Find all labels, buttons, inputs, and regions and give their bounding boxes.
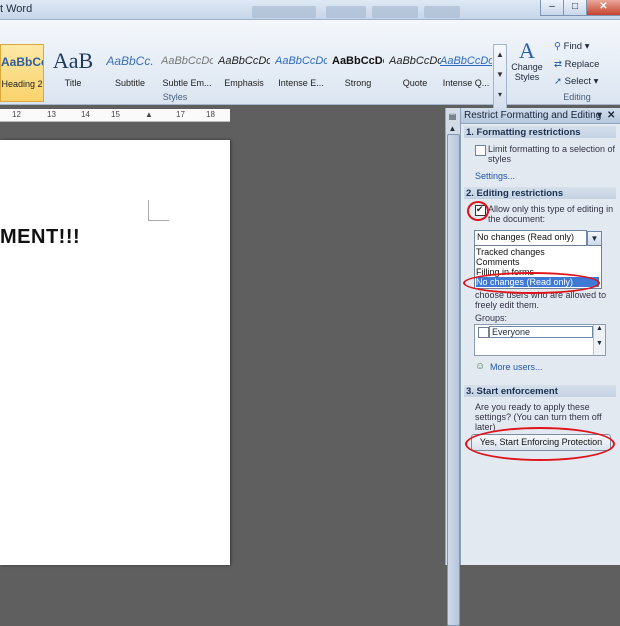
style-preview: AaBbCcDc — [389, 55, 441, 67]
ruler-tick: 17 — [176, 110, 185, 119]
option-no-changes[interactable]: No changes (Read only) — [476, 277, 599, 287]
ribbon-tab-blurred[interactable] — [372, 6, 418, 18]
gallery-scroll[interactable]: ▲ ▼ ▾ — [493, 44, 507, 110]
pane-title: Restrict Formatting and Editing — [464, 110, 602, 121]
users-icon: ☺ — [475, 361, 486, 372]
allow-editing-checkbox[interactable] — [475, 204, 486, 216]
find-button[interactable]: ⚲ Find ▾ — [554, 41, 590, 52]
ribbon: AaBbCc Heading 2 AaB Title AaBbCc. Subti… — [0, 20, 620, 110]
everyone-item[interactable]: Everyone — [489, 326, 593, 338]
title-bar: t Word – □ ✕ — [0, 0, 620, 20]
limit-formatting-label: Limit formatting to a selection of style… — [488, 144, 616, 164]
style-label: Strong — [344, 78, 372, 88]
scroll-down-icon[interactable]: ▼ — [594, 340, 605, 347]
option-filling-in-forms[interactable]: Filling in forms — [476, 267, 599, 277]
ruler-indent-marker[interactable]: ▲ — [145, 109, 153, 121]
users-text: choose users who are allowed to freely e… — [475, 290, 607, 310]
gallery-down-icon[interactable]: ▼ — [494, 65, 506, 85]
style-intense-quote[interactable]: AaBbCcDc Intense Q... — [440, 44, 492, 100]
select-icon: ➚ — [554, 76, 565, 87]
groups-scrollbar[interactable]: ▲ ▼ — [593, 325, 605, 355]
style-label: Subtle Em... — [162, 78, 212, 88]
ruler-tick: 12 — [12, 110, 21, 119]
pane-header: Restrict Formatting and Editing ▼ ✕ — [461, 108, 620, 124]
style-preview: AaB — [52, 48, 94, 73]
select-label: Select — [564, 76, 592, 87]
maximize-button[interactable]: □ — [563, 0, 587, 16]
document-text[interactable]: MENT!!! — [0, 226, 80, 249]
style-preview: AaBbCc — [1, 55, 43, 69]
find-label: Find — [563, 41, 583, 52]
minimize-button[interactable]: – — [540, 0, 564, 16]
ruler-tick: 13 — [47, 110, 56, 119]
style-label: Intense Q... — [442, 78, 490, 88]
groups-list: Everyone ▲ ▼ — [474, 324, 606, 356]
style-preview: AaBbCcDc — [275, 55, 327, 67]
horizontal-ruler[interactable]: 12 13 14 15 ▲ 17 18 — [0, 109, 230, 122]
ruler-tick: 14 — [81, 110, 90, 119]
ribbon-tab-blurred[interactable] — [326, 6, 366, 18]
style-label: Title — [64, 78, 82, 88]
style-preview: AaBbCcDc — [218, 55, 270, 67]
change-styles-button[interactable]: A Change Styles — [508, 40, 546, 94]
settings-link[interactable]: Settings... — [475, 171, 515, 181]
restrict-editing-pane: Restrict Formatting and Editing ▼ ✕ 1. F… — [460, 108, 620, 565]
find-icon: ⚲ — [554, 41, 564, 52]
style-preview: AaBbCcDc — [161, 55, 213, 67]
everyone-checkbox[interactable] — [478, 327, 489, 338]
pane-close-icon[interactable]: ✕ — [607, 108, 615, 123]
style-preview: AaBbCcDc — [332, 55, 384, 67]
start-enforcing-button[interactable]: Yes, Start Enforcing Protection — [471, 434, 611, 451]
style-label: Emphasis — [224, 78, 264, 88]
change-styles-line2: Styles — [514, 72, 540, 82]
margin-corner-mark — [148, 200, 169, 221]
gallery-more-icon[interactable]: ▾ — [494, 85, 506, 105]
ribbon-tab-blurred[interactable] — [424, 6, 460, 18]
editing-type-value: No changes (Read only) — [477, 232, 575, 242]
allow-editing-label: Allow only this type of editing in the d… — [488, 204, 614, 224]
style-label: Quote — [402, 78, 428, 88]
style-label: Subtitle — [114, 78, 146, 88]
option-comments[interactable]: Comments — [476, 257, 599, 267]
editing-type-select[interactable]: No changes (Read only) ▼ — [474, 230, 602, 247]
gallery-up-icon[interactable]: ▲ — [494, 45, 506, 65]
pane-menu-icon[interactable]: ▼ — [595, 108, 604, 123]
editing-type-dropdown: Tracked changes Comments Filling in form… — [474, 245, 602, 289]
change-styles-line1: Change — [511, 62, 543, 72]
style-label: Intense E... — [278, 78, 324, 88]
styles-group-label: Styles — [162, 92, 188, 102]
select-button[interactable]: ➚ Select ▾ — [554, 76, 598, 87]
style-preview: AaBbCcDc — [440, 55, 492, 67]
window-title: t Word — [0, 3, 33, 15]
style-label: Heading 2 — [1, 79, 43, 89]
scroll-up-icon[interactable]: ▲ — [448, 124, 457, 133]
ruler-tick: 18 — [206, 110, 215, 119]
more-users-link[interactable]: More users... — [490, 362, 543, 372]
vertical-scrollbar[interactable]: ▤ ▲ — [445, 108, 460, 626]
view-ruler-icon[interactable]: ▤ — [448, 112, 457, 121]
document-page[interactable] — [0, 140, 230, 565]
scroll-up-icon[interactable]: ▲ — [594, 325, 605, 332]
editing-group-label: Editing — [563, 92, 591, 102]
style-quote[interactable]: AaBbCcDc Quote — [389, 44, 441, 100]
scrollbar-thumb[interactable] — [447, 134, 460, 626]
section2-heading: 2. Editing restrictions — [466, 188, 564, 199]
section3-heading: 3. Start enforcement — [466, 386, 558, 397]
style-preview: AaBbCc. — [106, 54, 154, 68]
section1-heading: 1. Formatting restrictions — [466, 127, 581, 138]
replace-button[interactable]: ⇄ Replace — [554, 59, 599, 70]
close-button[interactable]: ✕ — [586, 0, 620, 16]
ribbon-tab-blurred[interactable] — [252, 6, 316, 18]
limit-formatting-checkbox[interactable] — [475, 145, 486, 156]
replace-label: Replace — [564, 59, 600, 70]
ruler-tick: 15 — [111, 110, 120, 119]
enforcement-question: Are you ready to apply these settings? (… — [475, 402, 602, 432]
option-tracked-changes[interactable]: Tracked changes — [476, 247, 599, 257]
change-styles-icon: A — [519, 38, 535, 63]
replace-icon: ⇄ — [554, 59, 565, 70]
groups-label: Groups: — [475, 313, 508, 323]
